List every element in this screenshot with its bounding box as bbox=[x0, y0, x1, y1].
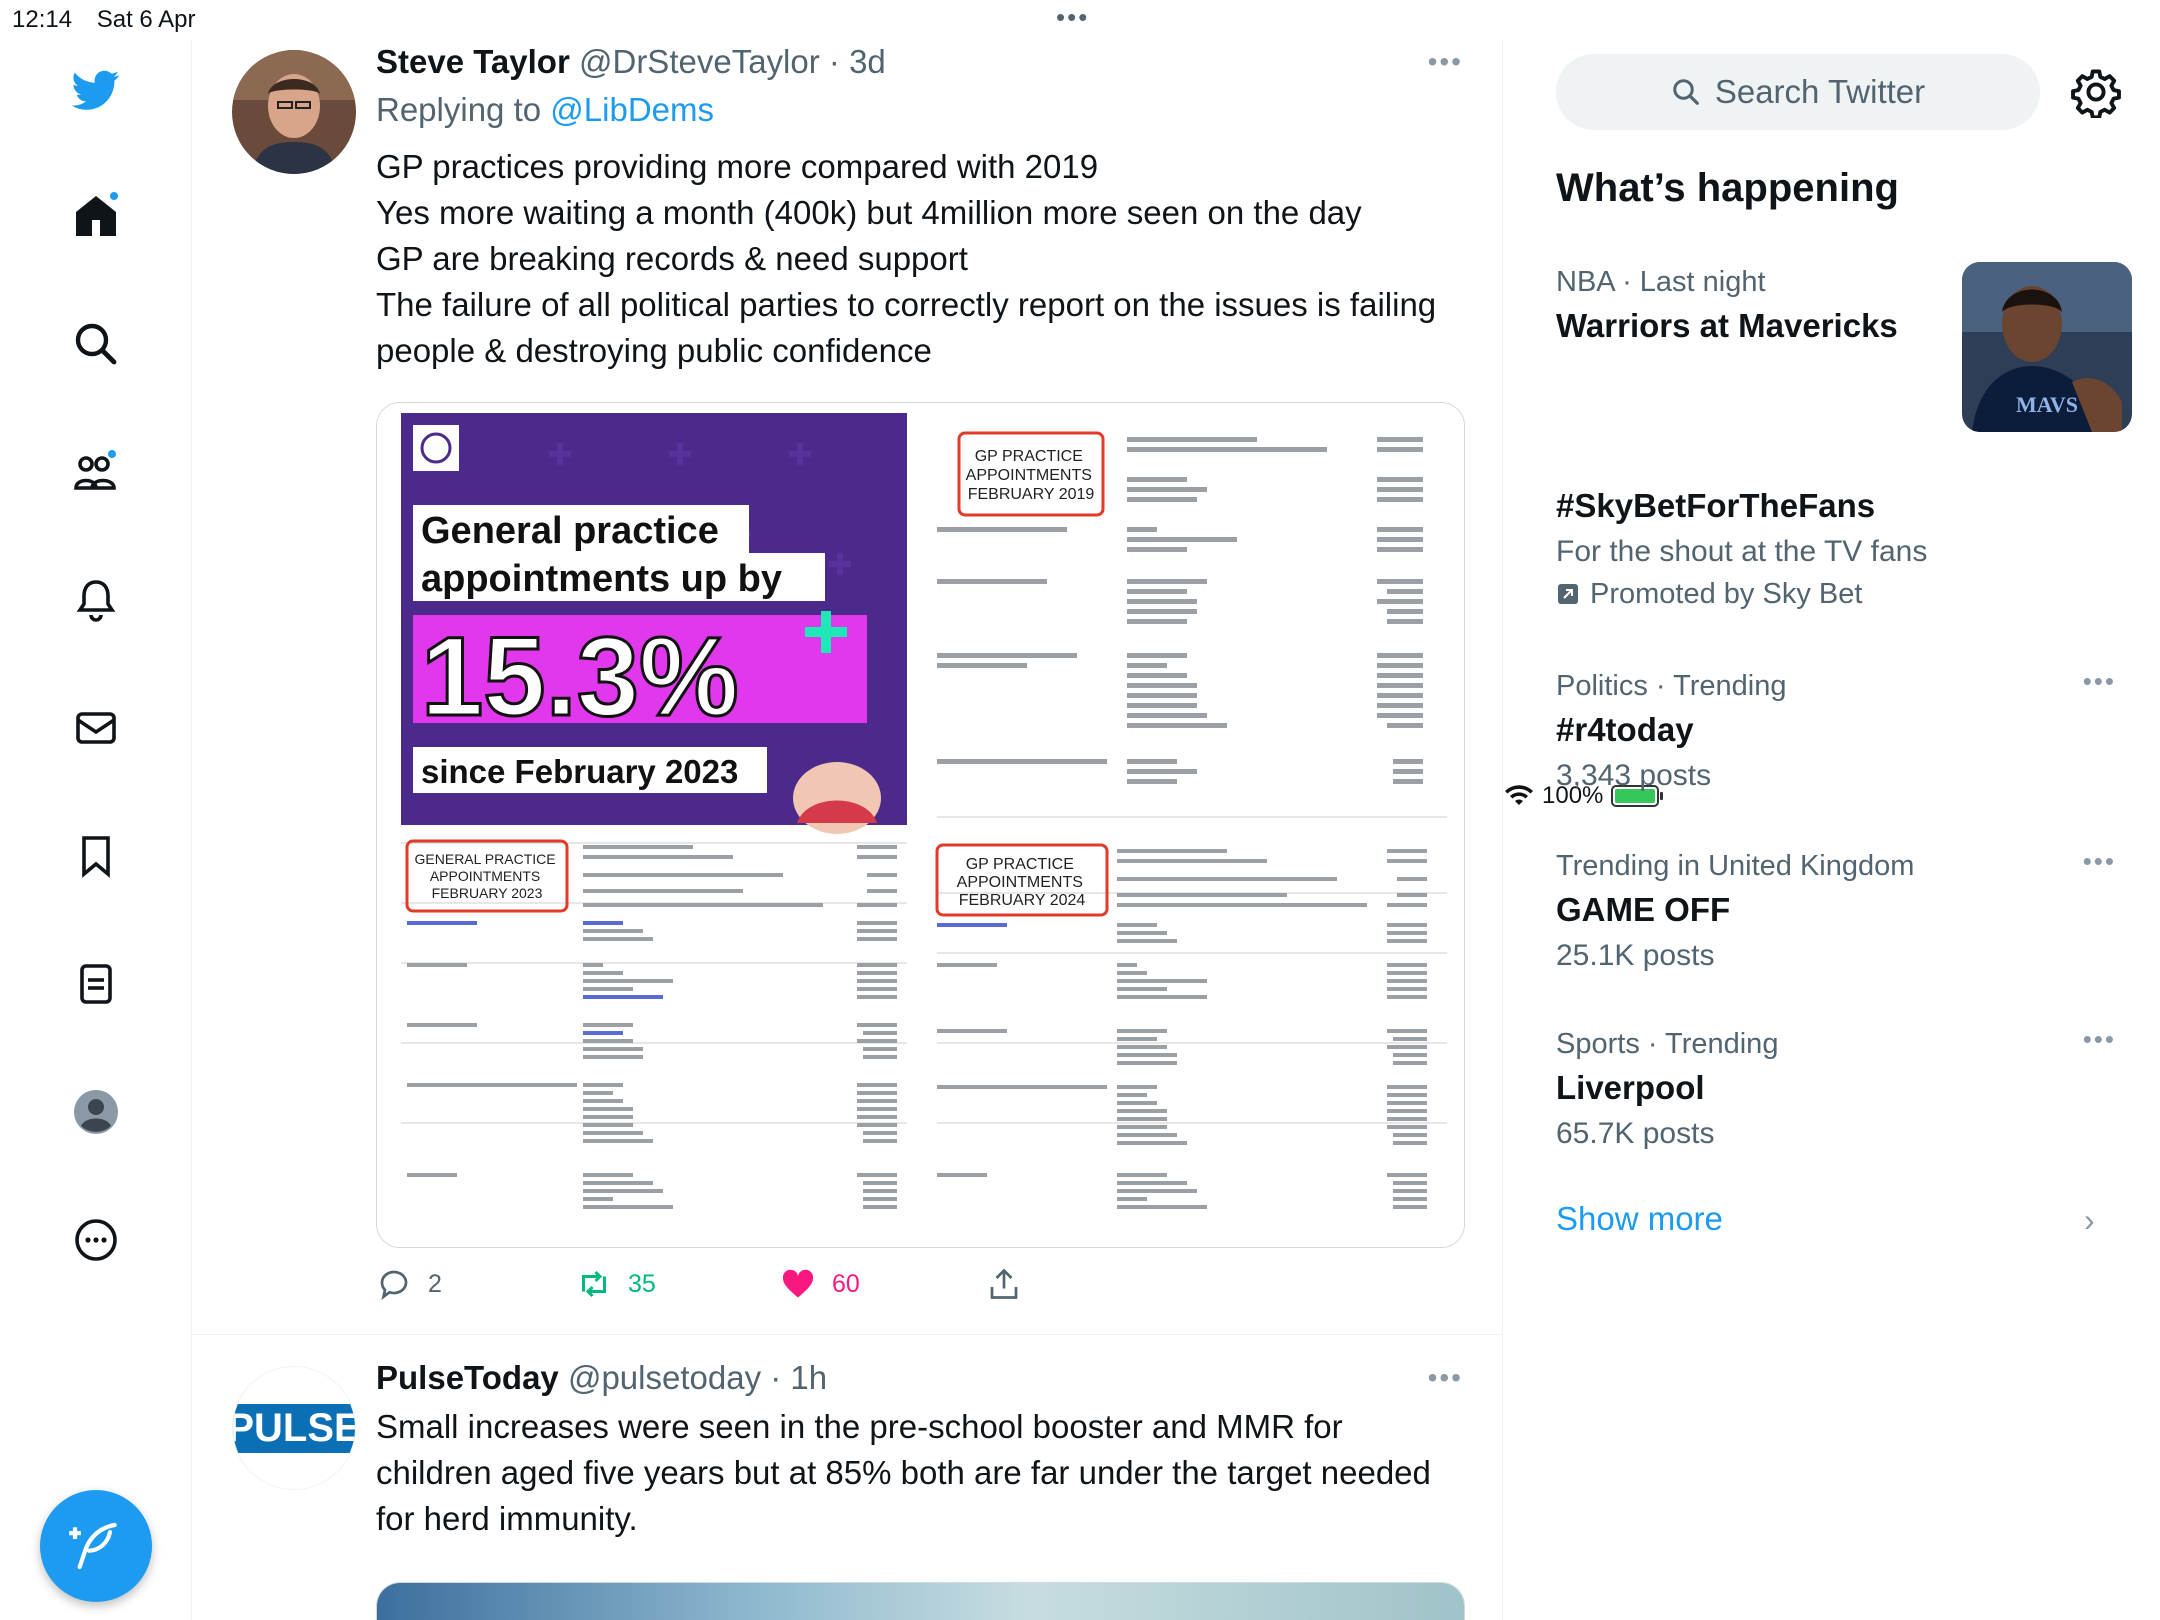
avatar[interactable] bbox=[232, 50, 356, 174]
tweet-time[interactable]: 1h bbox=[790, 1359, 827, 1396]
mail-icon[interactable] bbox=[66, 698, 126, 758]
author-handle[interactable]: @pulsetoday bbox=[568, 1359, 761, 1396]
trend-description: For the shout at the TV fans bbox=[1556, 535, 1928, 568]
trend-category: Politics · Trending bbox=[1556, 670, 1787, 702]
trend-title: #r4today bbox=[1556, 711, 1694, 748]
status-date: Sat 6 Apr bbox=[96, 6, 196, 33]
gear-icon[interactable] bbox=[2070, 66, 2122, 120]
trend-title: Liverpool bbox=[1556, 1069, 1705, 1106]
trend-item[interactable]: NBA · Last night Warriors at Mavericks M… bbox=[1556, 262, 2132, 432]
like-button[interactable]: 60 bbox=[780, 1262, 860, 1306]
heart-icon bbox=[782, 1269, 814, 1298]
media-headline-1: General practice bbox=[421, 510, 719, 552]
compose-button[interactable] bbox=[40, 1490, 152, 1602]
home-badge bbox=[108, 190, 120, 202]
tweet-divider bbox=[192, 1334, 1502, 1335]
communities-icon[interactable] bbox=[66, 442, 126, 502]
reply-icon bbox=[380, 1270, 408, 1301]
twitter-logo-icon[interactable] bbox=[66, 60, 126, 120]
timeline: Steve Taylor @DrSteveTaylor · 3d Replyin… bbox=[192, 40, 1503, 1620]
trend-item[interactable]: Trending in United Kingdom GAME OFF 25.1… bbox=[1556, 846, 2116, 978]
author-handle[interactable]: @DrSteveTaylor bbox=[579, 43, 820, 80]
pulse-logo: PULSE bbox=[233, 1403, 355, 1453]
more-circle-icon[interactable] bbox=[66, 1210, 126, 1270]
reply-button[interactable]: 2 bbox=[376, 1262, 442, 1306]
search-placeholder: Search Twitter bbox=[1714, 73, 1926, 110]
retweet-count: 35 bbox=[628, 1269, 656, 1298]
multitasking-dots[interactable]: ••• bbox=[1056, 2, 1089, 33]
trend-posts: 3,343 posts bbox=[1556, 759, 1712, 792]
like-count: 60 bbox=[832, 1269, 860, 1298]
search-input[interactable]: Search Twitter bbox=[1556, 54, 2040, 130]
trend-posts: 25.1K posts bbox=[1556, 939, 1715, 972]
profile-icon[interactable] bbox=[66, 1082, 126, 1142]
share-button[interactable] bbox=[986, 1262, 1022, 1306]
media-since: since February 2023 bbox=[421, 753, 738, 790]
compose-feather-icon bbox=[69, 1522, 117, 1570]
search-icon[interactable] bbox=[66, 314, 126, 374]
share-icon bbox=[990, 1268, 1018, 1299]
tweet-media[interactable] bbox=[376, 1582, 1465, 1620]
tweet-time[interactable]: 3d bbox=[849, 43, 886, 80]
tweet-text: GP practices providing more compared wit… bbox=[376, 148, 1437, 369]
avatar[interactable]: PULSE bbox=[232, 1366, 356, 1490]
more-options-icon[interactable]: ••• bbox=[1428, 46, 1463, 78]
author-name[interactable]: PulseToday bbox=[376, 1359, 559, 1396]
trend-title: #SkyBetForTheFans bbox=[1556, 487, 1876, 524]
meta-separator: · bbox=[828, 43, 840, 80]
trend-title: GAME OFF bbox=[1556, 891, 1731, 928]
media-big-number: 15.3% bbox=[421, 614, 739, 739]
home-icon[interactable] bbox=[66, 186, 126, 246]
svg-text:GP PRACTICE APPOINTM: GP PRACTICE APPOINTMENTS FEBRUARY 2019 bbox=[966, 448, 1097, 503]
bookmark-icon[interactable] bbox=[66, 826, 126, 886]
more-options-icon[interactable]: ••• bbox=[1428, 1362, 1463, 1394]
replying-to-link[interactable]: @LibDems bbox=[550, 91, 714, 128]
jersey-text: MAVS bbox=[2016, 392, 2078, 417]
trend-category: Trending in United Kingdom bbox=[1556, 850, 1915, 882]
more-options-icon[interactable]: ••• bbox=[2083, 1024, 2116, 1055]
trend-item[interactable]: #SkyBetForTheFans For the shout at the T… bbox=[1556, 482, 2116, 614]
tweet-media[interactable]: General practice appointments up by 15.3… bbox=[376, 402, 1465, 1248]
communities-badge bbox=[106, 448, 118, 460]
replying-to: Replying to @LibDems bbox=[376, 84, 1463, 136]
more-options-icon[interactable]: ••• bbox=[2083, 846, 2116, 877]
reply-count: 2 bbox=[428, 1269, 442, 1298]
retweet-icon bbox=[582, 1270, 606, 1298]
replying-prefix: Replying to bbox=[376, 91, 542, 128]
show-more-link[interactable]: Show more bbox=[1556, 1200, 1723, 1238]
promoted-label: Promoted by Sky Bet bbox=[1590, 578, 1863, 610]
trend-item[interactable]: Politics · Trending #r4today 3,343 posts… bbox=[1556, 666, 2116, 798]
svg-text:GENERAL PRACTICE APP: GENERAL PRACTICE APPOINTMENTS FEBRUARY 2… bbox=[415, 851, 560, 901]
promoted-icon bbox=[1558, 584, 1578, 604]
retweet-button[interactable]: 35 bbox=[576, 1262, 656, 1306]
whats-happening-heading: What’s happening bbox=[1556, 166, 1899, 210]
search-icon bbox=[1673, 79, 1699, 105]
chevron-right-icon: › bbox=[2084, 1202, 2095, 1238]
tweet-text: Small increases were seen in the pre-sch… bbox=[376, 1408, 1431, 1537]
more-options-icon[interactable]: ••• bbox=[2083, 666, 2116, 697]
meta-separator: · bbox=[770, 1359, 782, 1396]
trend-image: MAVS bbox=[1962, 262, 2132, 432]
trend-item[interactable]: Sports · Trending Liverpool 65.7K posts … bbox=[1556, 1024, 2116, 1156]
status-bar: 12:14 Sat 6 Apr ••• 100% bbox=[0, 0, 2160, 809]
sidebar-nav bbox=[0, 40, 192, 1620]
bell-icon[interactable] bbox=[66, 570, 126, 630]
svg-text:GP PRACTICE APPOINTM: GP PRACTICE APPOINTMENTS FEBRUARY 2024 bbox=[957, 856, 1088, 909]
trend-posts: 65.7K posts bbox=[1556, 1117, 1715, 1150]
status-time: 12:14 bbox=[12, 6, 73, 33]
trend-category: Sports · Trending bbox=[1556, 1028, 1779, 1060]
list-icon[interactable] bbox=[66, 954, 126, 1014]
right-sidebar: Search Twitter What’s happening NBA · La… bbox=[1504, 40, 2160, 1620]
author-name[interactable]: Steve Taylor bbox=[376, 43, 570, 80]
tweet-actions: 2 35 60 bbox=[376, 1262, 1076, 1306]
media-headline-2: appointments up by bbox=[421, 558, 782, 600]
